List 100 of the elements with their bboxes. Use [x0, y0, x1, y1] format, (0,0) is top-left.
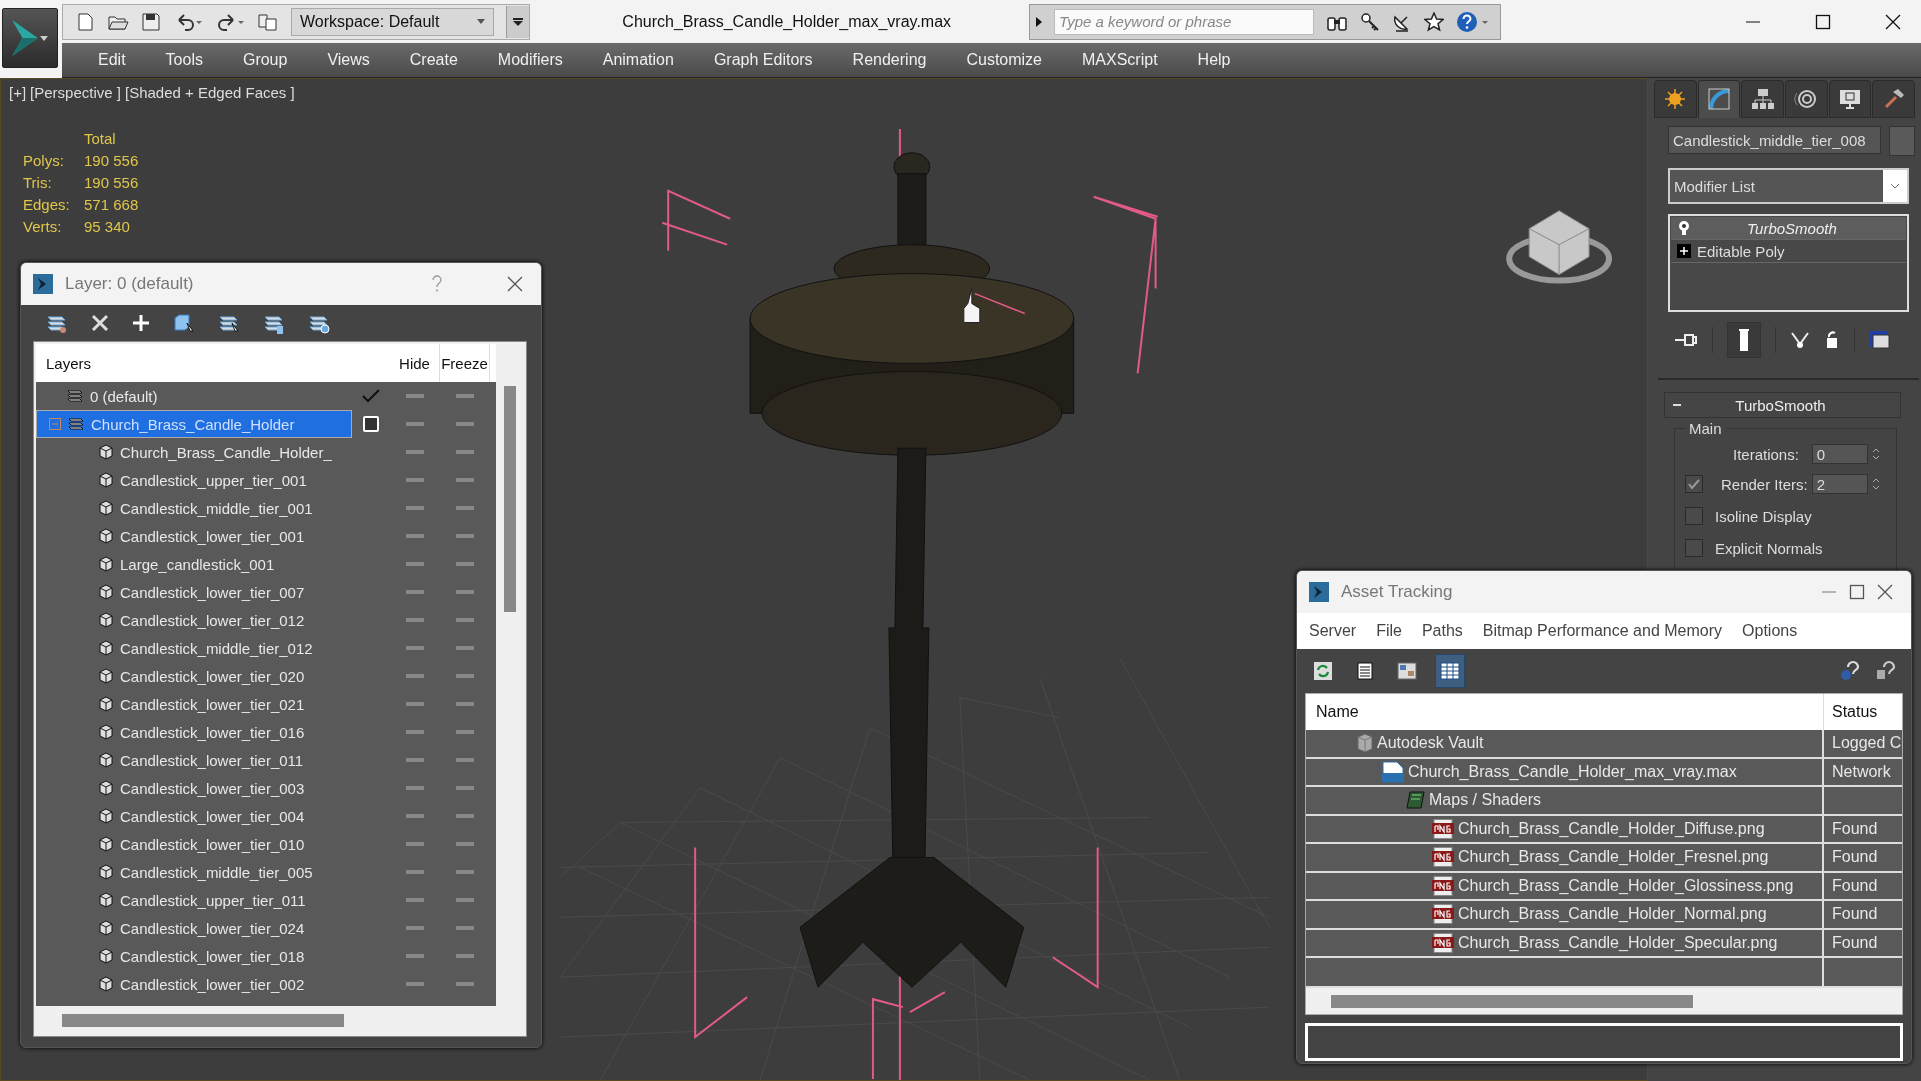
display-tab[interactable]	[1828, 80, 1872, 118]
delete-icon[interactable]	[90, 313, 110, 333]
freeze-toggle[interactable]	[456, 422, 474, 426]
hide-toggle[interactable]	[406, 702, 424, 706]
hide-toggle[interactable]	[406, 450, 424, 454]
remove-modifier-icon[interactable]	[1824, 330, 1840, 350]
hide-toggle[interactable]	[406, 898, 424, 902]
object-name-field[interactable]: Candlestick_middle_tier_008	[1668, 126, 1882, 154]
maximize-icon[interactable]	[1849, 584, 1865, 600]
freeze-toggle[interactable]	[456, 450, 474, 454]
freeze-toggle[interactable]	[456, 702, 474, 706]
set-current-box[interactable]	[363, 416, 379, 432]
save-icon[interactable]	[141, 11, 161, 32]
select-objects-icon[interactable]	[172, 311, 196, 335]
hide-toggle[interactable]	[406, 506, 424, 510]
freeze-toggle[interactable]	[456, 646, 474, 650]
viewport-label[interactable]: [Perspective ]	[30, 84, 121, 101]
hide-toggle[interactable]	[406, 954, 424, 958]
spinner-arrows-icon[interactable]	[1871, 447, 1880, 461]
layer-item[interactable]: Candlestick_lower_tier_012	[36, 606, 352, 634]
freeze-toggle[interactable]	[456, 954, 474, 958]
menu-item[interactable]: Create	[389, 51, 478, 69]
layer-item[interactable]: Church_Brass_Candle_Holder_	[36, 438, 352, 466]
checkmark-icon[interactable]	[361, 388, 381, 404]
column-header[interactable]: Status	[1824, 703, 1878, 721]
close-icon[interactable]	[1877, 584, 1893, 600]
spinner-arrows-icon[interactable]	[1871, 477, 1880, 491]
checkbox[interactable]	[1685, 539, 1703, 557]
layer-item[interactable]: Candlestick_lower_tier_002	[36, 970, 352, 998]
hide-toggle[interactable]	[406, 758, 424, 762]
freeze-toggle[interactable]	[456, 842, 474, 846]
freeze-toggle[interactable]	[456, 674, 474, 678]
menu-item[interactable]: Paths	[1411, 622, 1473, 640]
menu-item[interactable]: File	[1366, 622, 1412, 640]
viewport-label[interactable]: [+]	[9, 84, 27, 101]
freeze-toggle[interactable]	[456, 898, 474, 902]
hide-toggle[interactable]	[406, 674, 424, 678]
scrollbar-thumb[interactable]	[504, 386, 516, 612]
star-icon[interactable]	[1424, 11, 1445, 32]
layer-item[interactable]: Candlestick_lower_tier_021	[36, 690, 352, 718]
freeze-toggle[interactable]	[456, 982, 474, 986]
key-icon[interactable]	[1360, 11, 1381, 32]
layer-item[interactable]: Candlestick_lower_tier_016	[36, 718, 352, 746]
scrollbar-thumb[interactable]	[1331, 994, 1693, 1008]
maximize-icon[interactable]	[1815, 13, 1831, 30]
rollout-header[interactable]: TurboSmooth	[1664, 392, 1901, 418]
layer-item[interactable]: Candlestick_middle_tier_012	[36, 634, 352, 662]
utilities-tab[interactable]	[1872, 80, 1916, 118]
hide-toggle[interactable]	[406, 982, 424, 986]
hide-toggle[interactable]	[406, 926, 424, 930]
freeze-toggle[interactable]	[456, 618, 474, 622]
help-icon[interactable]	[1456, 10, 1491, 33]
layer-item[interactable]: Candlestick_upper_tier_011	[36, 886, 352, 914]
menu-item[interactable]: Help	[1177, 51, 1251, 69]
modifier-stack-item[interactable]: TurboSmooth	[1671, 217, 1906, 240]
freeze-toggle[interactable]	[456, 534, 474, 538]
checkbox[interactable]	[1685, 507, 1703, 525]
freeze-toggle[interactable]	[456, 590, 474, 594]
freeze-toggle[interactable]	[456, 394, 474, 398]
layer-item[interactable]: Church_Brass_Candle_Holder	[36, 410, 352, 438]
collapse-icon[interactable]	[49, 418, 61, 430]
workspace-menu-button[interactable]	[506, 5, 530, 38]
menu-item[interactable]: Group	[222, 51, 308, 69]
close-icon[interactable]	[1885, 13, 1901, 30]
menu-item[interactable]: Bitmap Performance and Memory	[1472, 622, 1733, 640]
menu-item[interactable]: Views	[307, 51, 390, 69]
menu-item[interactable]: Graph Editors	[693, 51, 833, 69]
layer-item[interactable]: Candlestick_lower_tier_007	[36, 578, 352, 606]
layer-item[interactable]: Candlestick_middle_tier_001	[36, 494, 352, 522]
freeze-toggle[interactable]	[456, 814, 474, 818]
freeze-toggle[interactable]	[456, 506, 474, 510]
scrollbar-thumb[interactable]	[62, 1013, 344, 1027]
help-icon[interactable]	[1875, 660, 1897, 682]
layer-item[interactable]: Candlestick_lower_tier_010	[36, 830, 352, 858]
layer-item[interactable]: Candlestick_middle_tier_005	[36, 858, 352, 886]
modifier-stack-item[interactable]: Editable Poly	[1671, 240, 1906, 263]
spinner-field[interactable]: 2	[1811, 474, 1868, 494]
menu-item[interactable]: Options	[1732, 622, 1808, 640]
hide-toggle[interactable]	[406, 730, 424, 734]
layer-item[interactable]: 0 (default)	[36, 382, 352, 410]
app-logo-button[interactable]	[2, 8, 58, 68]
expand-icon[interactable]	[1677, 244, 1691, 258]
layer-item[interactable]: Candlestick_lower_tier_003	[36, 774, 352, 802]
menu-item[interactable]: MAXScript	[1062, 51, 1178, 69]
menu-item[interactable]: Edit	[78, 51, 146, 69]
object-color-swatch[interactable]	[1889, 126, 1915, 156]
spinner-field[interactable]: 0	[1811, 444, 1868, 464]
layer-item[interactable]: Candlestick_upper_tier_001	[36, 466, 352, 494]
menu-item[interactable]: Tools	[145, 51, 223, 69]
make-unique-icon[interactable]	[1790, 330, 1810, 350]
new-file-icon[interactable]	[75, 11, 95, 32]
viewport-label[interactable]: [Shaded + Edged Faces ]	[125, 84, 295, 101]
modifier-list-dropdown[interactable]: Modifier List	[1668, 168, 1909, 204]
help-icon[interactable]	[1839, 660, 1861, 682]
hide-toggle[interactable]	[406, 786, 424, 790]
layer-item[interactable]: Candlestick_lower_tier_011	[36, 746, 352, 774]
table-view-button[interactable]	[1435, 654, 1465, 688]
redo-icon[interactable]	[215, 11, 245, 32]
hide-toggle[interactable]	[406, 422, 424, 426]
checkbox[interactable]	[1685, 475, 1703, 493]
